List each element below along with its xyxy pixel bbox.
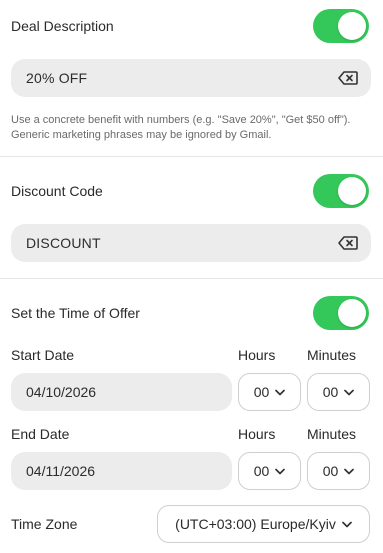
end-date-input[interactable]: 04/11/2026 xyxy=(11,452,232,490)
offer-time-toggle[interactable] xyxy=(313,296,369,330)
start-minutes-select[interactable]: 00 xyxy=(307,373,370,411)
start-hours-label: Hours xyxy=(238,347,276,363)
chevron-down-icon xyxy=(344,466,355,476)
start-minutes-label: Minutes xyxy=(307,347,357,363)
discount-code-row: Discount Code xyxy=(11,174,369,208)
deal-description-toggle[interactable] xyxy=(313,9,369,43)
deal-description-help: Use a concrete benefit with numbers (e.g… xyxy=(11,114,351,141)
chevron-down-icon xyxy=(275,387,286,397)
end-hours-select[interactable]: 00 xyxy=(238,452,301,490)
deal-description-row: Deal Description xyxy=(11,9,369,43)
end-minutes-value: 00 xyxy=(322,463,339,479)
chevron-down-icon xyxy=(275,466,286,476)
deal-description-value: 20% OFF xyxy=(26,70,88,86)
end-hours-value: 00 xyxy=(253,463,270,479)
time-zone-value: (UTC+03:00) Europe/Kyiv xyxy=(175,516,336,532)
toggle-knob xyxy=(338,299,366,327)
start-hours-select[interactable]: 00 xyxy=(238,373,301,411)
clear-icon[interactable] xyxy=(337,70,359,86)
start-date-label: Start Date xyxy=(11,347,75,363)
end-hours-label: Hours xyxy=(238,426,276,442)
end-date-label: End Date xyxy=(11,426,70,442)
start-minutes-value: 00 xyxy=(322,384,339,400)
start-date-input[interactable]: 04/10/2026 xyxy=(11,373,232,411)
deal-description-label: Deal Description xyxy=(11,18,114,34)
chevron-down-icon xyxy=(344,387,355,397)
divider xyxy=(0,156,383,157)
offer-time-row: Set the Time of Offer xyxy=(11,296,369,330)
deal-description-field[interactable]: 20% OFF xyxy=(11,59,371,97)
chevron-down-icon xyxy=(341,519,352,529)
toggle-knob xyxy=(338,12,366,40)
offer-time-label: Set the Time of Offer xyxy=(11,305,140,321)
time-zone-select[interactable]: (UTC+03:00) Europe/Kyiv xyxy=(157,505,370,543)
start-hours-value: 00 xyxy=(253,384,270,400)
discount-code-value: DISCOUNT xyxy=(26,235,101,251)
end-minutes-label: Minutes xyxy=(307,426,357,442)
discount-code-field[interactable]: DISCOUNT xyxy=(11,224,371,262)
discount-code-toggle[interactable] xyxy=(313,174,369,208)
clear-icon[interactable] xyxy=(337,235,359,251)
toggle-knob xyxy=(338,177,366,205)
end-minutes-select[interactable]: 00 xyxy=(307,452,370,490)
time-zone-label: Time Zone xyxy=(11,516,78,532)
divider xyxy=(0,278,383,279)
discount-code-label: Discount Code xyxy=(11,183,103,199)
